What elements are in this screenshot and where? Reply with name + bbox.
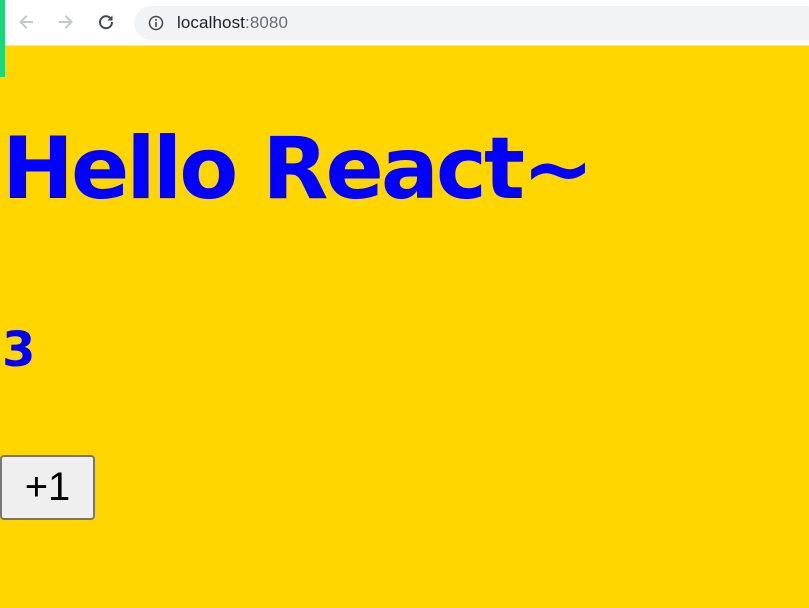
forward-button[interactable]: [52, 8, 80, 36]
page-heading: Hello React~: [2, 119, 594, 219]
url-host: localhost: [177, 13, 245, 32]
browser-window: localhost:8080 Hello React~ 3 +1: [0, 0, 809, 608]
url-text: localhost:8080: [177, 13, 288, 33]
arrow-right-icon: [56, 12, 76, 32]
reload-button[interactable]: [92, 8, 120, 36]
page-content: Hello React~ 3 +1: [0, 46, 809, 608]
back-button[interactable]: [12, 8, 40, 36]
url-port: :8080: [245, 13, 289, 32]
browser-toolbar: localhost:8080: [0, 0, 809, 46]
counter-value: 3: [2, 322, 36, 378]
address-bar[interactable]: localhost:8080: [134, 6, 809, 40]
arrow-left-icon: [16, 12, 36, 32]
tab-accent-bar: [0, 0, 5, 77]
info-icon[interactable]: [148, 15, 164, 31]
increment-button[interactable]: +1: [0, 455, 95, 520]
reload-icon: [96, 12, 116, 32]
